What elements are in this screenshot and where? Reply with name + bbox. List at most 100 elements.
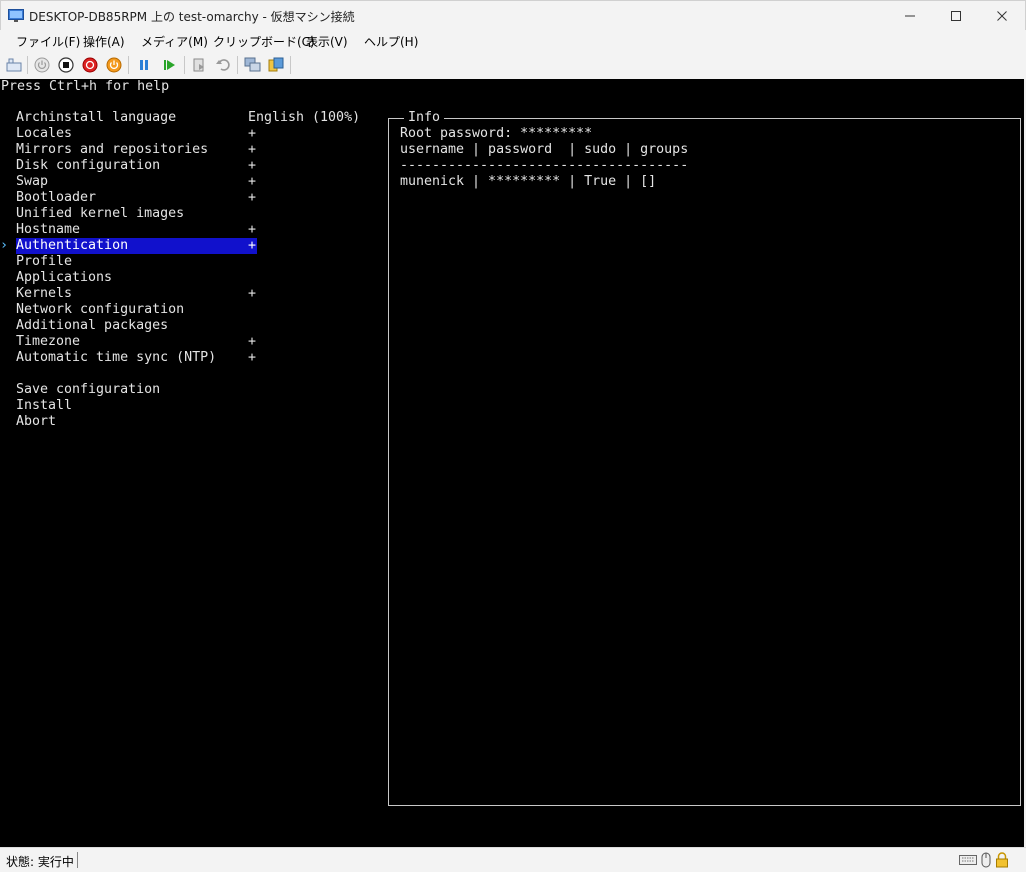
menu-option-timezone[interactable]: Timezone + — [0, 334, 260, 350]
menu-option-value: + — [248, 350, 257, 365]
menu-file[interactable]: ファイル(F) — [16, 33, 80, 50]
power-orange-icon — [106, 57, 122, 73]
user-table-divider: ------------------------------------ — [400, 158, 689, 173]
info-panel-title: Info — [404, 110, 445, 126]
menu-option-label: Kernels — [16, 286, 73, 301]
menu-option-label: Automatic time sync (NTP) — [16, 350, 217, 365]
menu-option-label: Unified kernel images — [16, 206, 185, 221]
menu-option-label: Swap — [16, 174, 49, 189]
shutdown-icon — [82, 57, 98, 73]
reset-power-button[interactable] — [105, 56, 123, 74]
menu-view[interactable]: 表示(V) — [306, 33, 348, 50]
root-password-line: Root password: ********* — [400, 126, 593, 141]
menu-option-value: English (100%) — [248, 110, 361, 125]
checkpoint-button[interactable] — [190, 56, 208, 74]
power-start-icon — [34, 57, 50, 73]
maximize-icon — [951, 11, 961, 21]
menu-option-mirrors-and-repositories[interactable]: Mirrors and repositories + — [0, 142, 260, 158]
user-table-row: munenick | ********* | True | [] — [400, 174, 657, 189]
help-hint: Press Ctrl+h for help — [1, 79, 170, 94]
menu-option-label: Network configuration — [16, 302, 185, 317]
menu-option-label: Locales — [16, 126, 73, 141]
menu-action[interactable]: 操作(A) — [83, 33, 125, 50]
menu-option-label: Archinstall language — [16, 110, 177, 125]
menu-option-disk-configuration[interactable]: Disk configuration + — [0, 158, 260, 174]
menu-option-label: Authentication — [16, 238, 129, 253]
menu-option-value: + — [248, 190, 257, 205]
menu-option-kernels[interactable]: Kernels + — [0, 286, 260, 302]
menu-option-automatic-time-sync-ntp[interactable]: Automatic time sync (NTP) + — [0, 350, 260, 366]
revert-button[interactable] — [214, 56, 232, 74]
ctrl-alt-del-button[interactable] — [5, 56, 23, 74]
resume-button[interactable] — [160, 56, 178, 74]
menu-bar: ファイル(F) 操作(A) メディア(M) クリップボード(C) 表示(V) ヘ… — [0, 30, 1026, 52]
action-label: Install — [16, 398, 73, 413]
menu-option-network-configuration[interactable]: Network configuration — [0, 302, 260, 318]
action-install[interactable]: Install — [0, 398, 260, 414]
vm-connection-icon — [8, 8, 24, 22]
menu-option-additional-packages[interactable]: Additional packages — [0, 318, 260, 334]
vm-console[interactable]: Press Ctrl+h for help Archinstall langua… — [0, 79, 1024, 847]
toolbar — [0, 52, 1026, 79]
minimize-icon — [905, 15, 915, 17]
keyboard-icon — [959, 852, 977, 868]
share-button[interactable] — [267, 56, 285, 74]
maximize-button[interactable] — [933, 1, 979, 31]
menu-option-label: Hostname — [16, 222, 81, 237]
mouse-icon — [981, 852, 991, 868]
menu-option-swap[interactable]: Swap + — [0, 174, 260, 190]
menu-option-label: Timezone — [16, 334, 81, 349]
undo-icon — [216, 59, 230, 71]
menu-option-label: Additional packages — [16, 318, 169, 333]
menu-option-unified-kernel-images[interactable]: Unified kernel images — [0, 206, 260, 222]
window-title: DESKTOP-DB85RPM 上の test-omarchy - 仮想マシン接… — [29, 10, 355, 24]
menu-option-value: + — [248, 142, 257, 157]
close-icon — [997, 11, 1007, 21]
turn-off-button[interactable] — [57, 56, 75, 74]
start-button[interactable] — [33, 56, 51, 74]
minimize-button[interactable] — [887, 1, 933, 31]
title-bar: DESKTOP-DB85RPM 上の test-omarchy - 仮想マシン接… — [0, 0, 1026, 30]
menu-option-label: Applications — [16, 270, 113, 285]
menu-clipboard[interactable]: クリップボード(C) — [213, 33, 315, 50]
menu-option-value: + — [248, 334, 257, 349]
menu-option-value: + — [248, 126, 257, 141]
menu-option-archinstall-language[interactable]: Archinstall language English (100%) — [0, 110, 360, 126]
menu-option-authentication[interactable]: › Authentication + — [0, 238, 260, 254]
selection-cursor-icon: › — [0, 238, 9, 253]
action-label: Abort — [16, 414, 57, 429]
status-bar: 状態: 実行中 — [0, 847, 1026, 872]
menu-option-value: + — [248, 286, 257, 301]
action-label: Save configuration — [16, 382, 161, 397]
user-table-header: username | password | sudo | groups — [400, 142, 689, 157]
pause-button[interactable] — [135, 56, 153, 74]
menu-option-label: Disk configuration — [16, 158, 161, 173]
menu-option-value: + — [248, 174, 257, 189]
vm-status: 状態: 実行中 — [6, 855, 74, 869]
lock-icon — [995, 852, 1009, 868]
menu-option-value: + — [248, 158, 257, 173]
action-abort[interactable]: Abort — [0, 414, 260, 430]
enhanced-session-button[interactable] — [244, 56, 262, 74]
keyboard-ctrl-alt-del-icon — [6, 58, 22, 72]
enhanced-session-icon — [244, 57, 261, 72]
menu-media[interactable]: メディア(M) — [141, 33, 208, 50]
menu-help[interactable]: ヘルプ(H) — [364, 33, 418, 50]
close-button[interactable] — [979, 1, 1025, 31]
menu-option-applications[interactable]: Applications — [0, 270, 260, 286]
menu-option-label: Mirrors and repositories — [16, 142, 209, 157]
menu-option-label: Bootloader — [16, 190, 97, 205]
action-save-configuration[interactable]: Save configuration — [0, 382, 260, 398]
stop-icon — [58, 57, 74, 73]
checkpoint-icon — [193, 58, 204, 72]
menu-option-locales[interactable]: Locales + — [0, 126, 260, 142]
pause-icon — [140, 60, 148, 70]
menu-option-label: Profile — [16, 254, 73, 269]
menu-option-bootloader[interactable]: Bootloader + — [0, 190, 260, 206]
menu-option-profile[interactable]: Profile — [0, 254, 260, 270]
menu-option-value: + — [248, 238, 257, 253]
info-panel — [388, 118, 1021, 806]
shutdown-button[interactable] — [81, 56, 99, 74]
menu-option-hostname[interactable]: Hostname + — [0, 222, 260, 238]
play-icon — [164, 60, 175, 70]
